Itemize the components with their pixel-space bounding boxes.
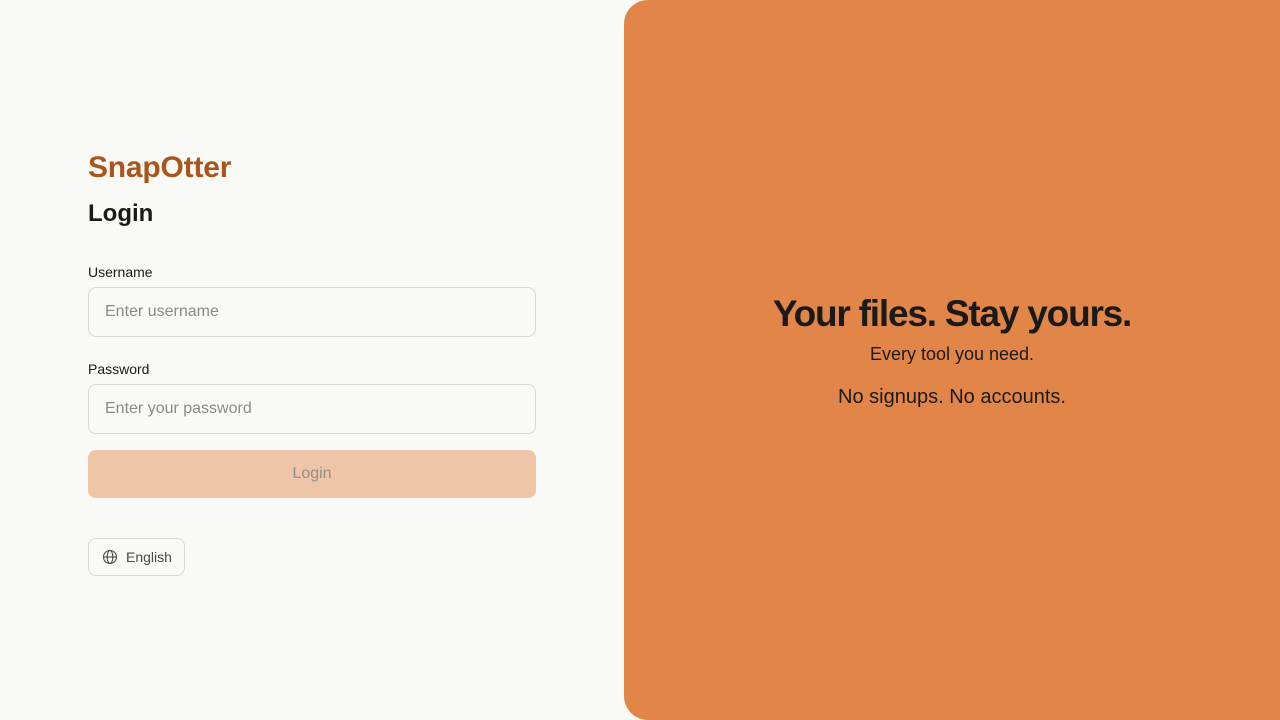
password-label: Password xyxy=(88,361,150,377)
hero-subtitle: Every tool you need. xyxy=(869,344,1035,364)
hero-tagline: No signups. No accounts. xyxy=(838,386,1066,408)
password-input[interactable] xyxy=(88,384,536,434)
page-title: Login xyxy=(88,200,154,227)
hero-panel: Your files. Stay yours. Every tool you n… xyxy=(624,0,1280,720)
login-panel: SnapOtter Login Username Password Login … xyxy=(0,0,624,720)
globe-icon xyxy=(102,549,118,565)
login-form: SnapOtter Login Username Password Login … xyxy=(88,148,536,576)
username-label: Username xyxy=(88,264,153,280)
login-button[interactable]: Login xyxy=(88,450,536,498)
hero-title: Your files. Stay yours. xyxy=(772,293,1132,334)
brand-logo-text: SnapOtter xyxy=(88,151,232,184)
login-page: SnapOtter Login Username Password Login … xyxy=(0,0,1280,720)
language-selector[interactable]: English xyxy=(88,538,185,576)
username-input[interactable] xyxy=(88,287,536,337)
hero-content: Your files. Stay yours. Every tool you n… xyxy=(624,292,1280,410)
language-label: English xyxy=(126,549,172,565)
